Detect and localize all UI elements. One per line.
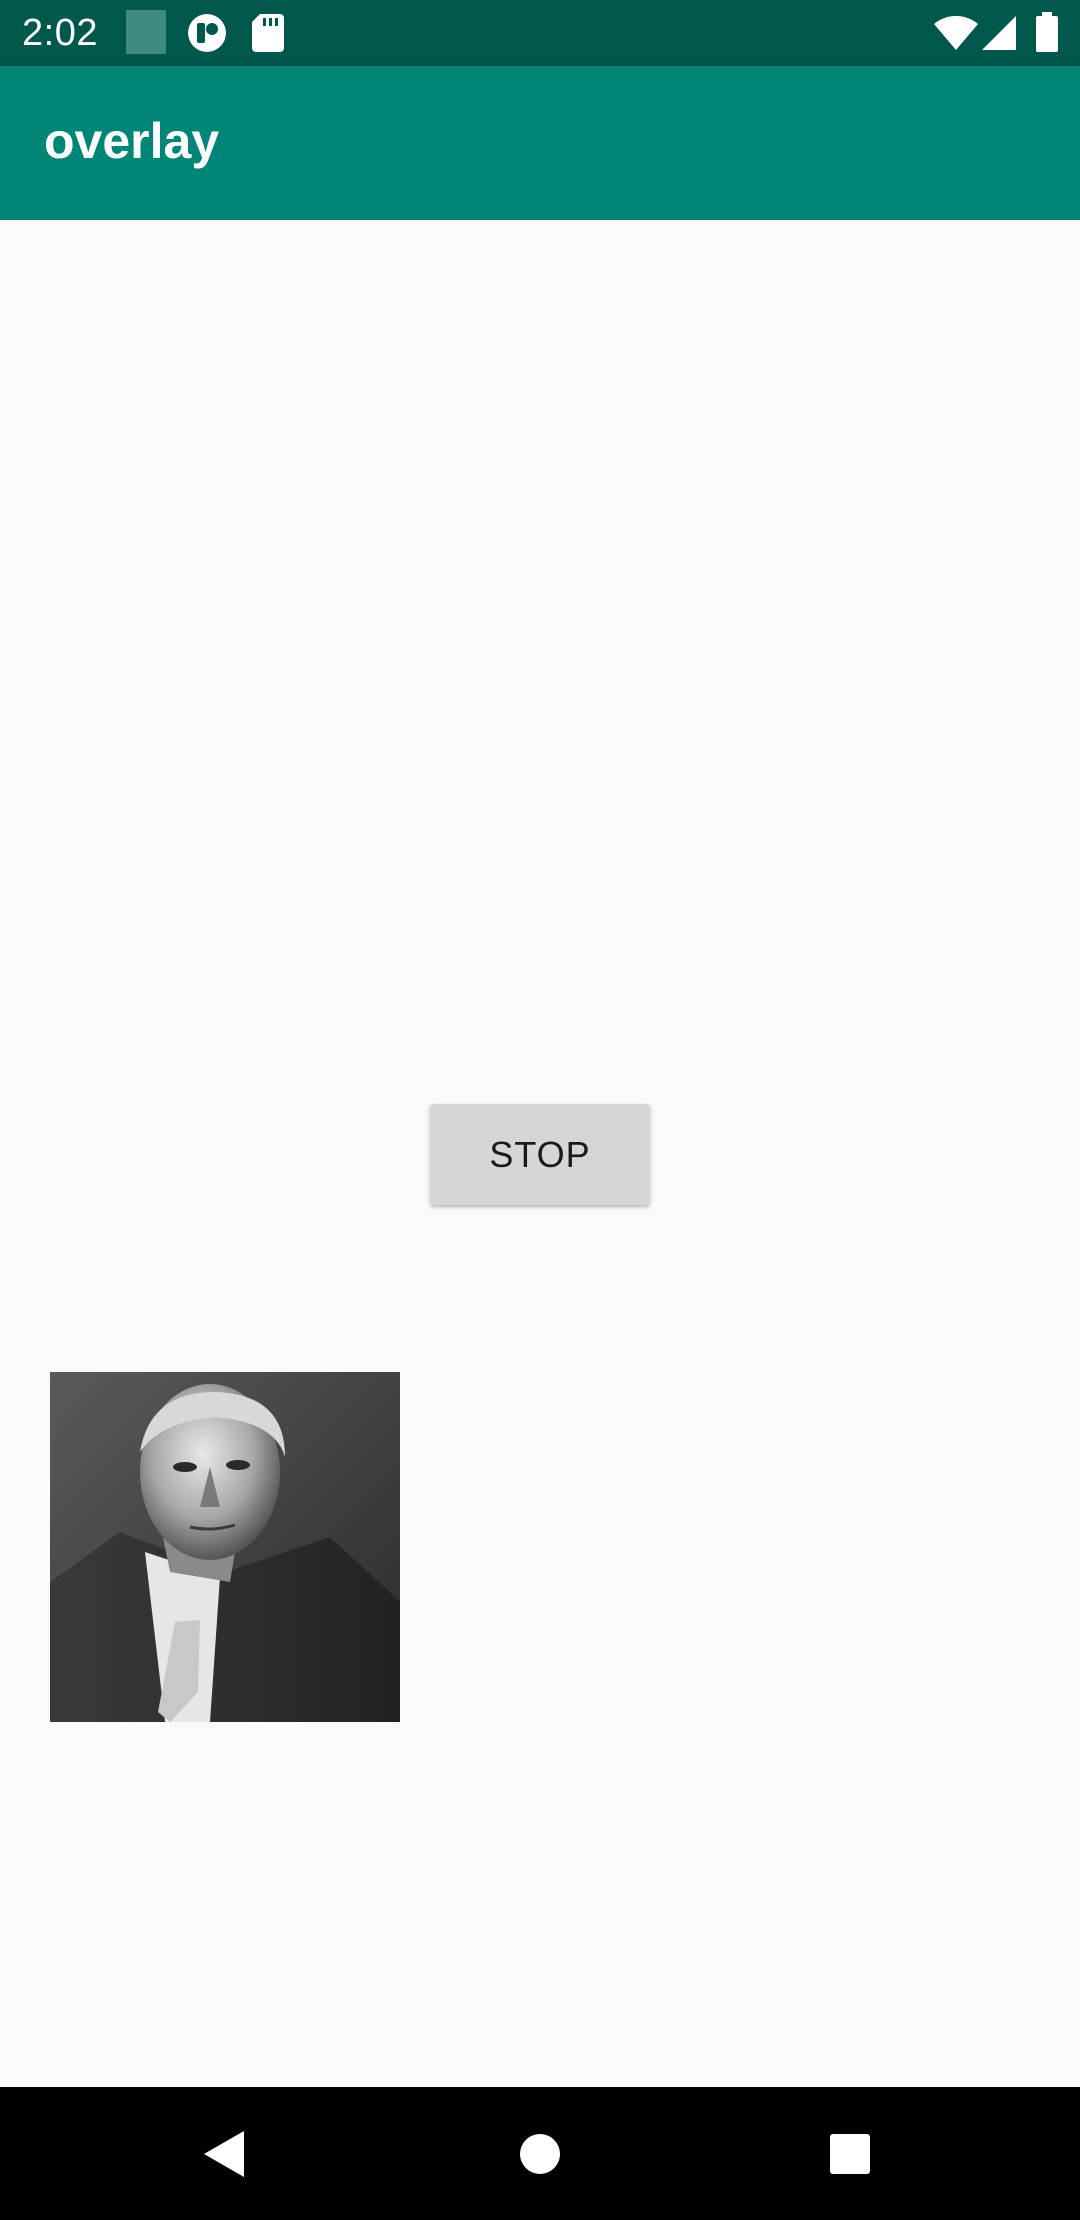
sd-card-icon (252, 14, 284, 57)
home-icon[interactable] (519, 2133, 561, 2180)
status-time: 2:02 (22, 12, 98, 54)
app-bar: overlay (0, 66, 1080, 220)
battery-icon (1036, 12, 1058, 57)
back-icon[interactable] (204, 2131, 244, 2182)
app-title: overlay (44, 113, 220, 169)
nav-bar (0, 2087, 1080, 2220)
status-bar: 2:02 (0, 0, 1080, 66)
signal-icon (982, 16, 1016, 55)
portrait-photo (50, 1372, 400, 1722)
notification-circle-icon (186, 12, 228, 59)
stop-button[interactable]: STOP (430, 1104, 650, 1205)
app-square-icon (126, 10, 166, 54)
recents-icon[interactable] (829, 2133, 871, 2180)
main-content: STOP (0, 220, 1080, 2087)
wifi-icon (934, 15, 978, 55)
